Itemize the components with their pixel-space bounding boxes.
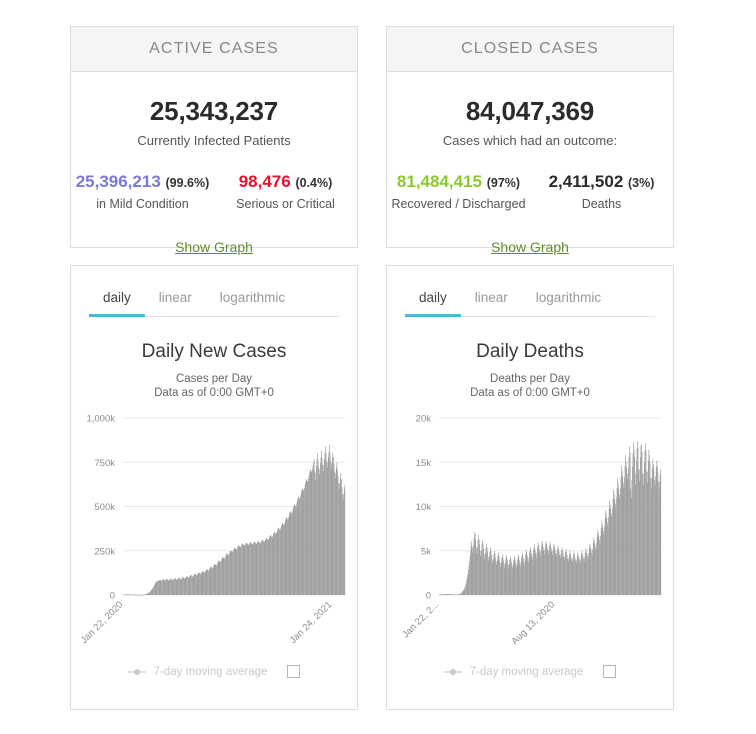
recovered-row: 81,484,415 (97%) bbox=[387, 172, 530, 192]
deaths-label: Deaths bbox=[581, 197, 622, 211]
active-cases-body: 25,343,237 Currently Infected Patients 2… bbox=[71, 96, 357, 275]
closed-show-graph-link[interactable]: Show Graph bbox=[491, 239, 569, 255]
svg-text:Jan 22, 2020: Jan 22, 2020 bbox=[79, 599, 126, 646]
tab-linear-deaths[interactable]: linear bbox=[461, 282, 522, 317]
svg-text:0: 0 bbox=[110, 591, 115, 602]
mild-condition-value: 25,396,213 bbox=[75, 172, 161, 191]
recovered-value: 81,484,415 bbox=[396, 172, 482, 191]
deaths-row: 2,411,502 (3%) bbox=[530, 172, 673, 192]
cases-moving-average-checkbox[interactable] bbox=[287, 665, 301, 678]
recovered-label: Recovered / Discharged bbox=[391, 197, 526, 211]
svg-text:20k: 20k bbox=[416, 414, 432, 425]
cases-subtitle-line1: Cases per Day bbox=[175, 373, 253, 385]
recovered-group: 81,484,415 (97%) Recovered / Discharged bbox=[387, 172, 530, 211]
deaths-chart-tabs: daily linear logarithmic bbox=[405, 282, 655, 317]
svg-text:500k: 500k bbox=[94, 502, 115, 513]
svg-text:10k: 10k bbox=[416, 502, 432, 513]
active-show-graph-link[interactable]: Show Graph bbox=[175, 239, 253, 255]
serious-critical-label: Serious or Critical bbox=[236, 197, 335, 211]
svg-text:250k: 250k bbox=[94, 546, 115, 557]
covid-stats-page: ACTIVE CASES 25,343,237 Currently Infect… bbox=[0, 0, 756, 734]
active-cases-caption: Currently Infected Patients bbox=[137, 133, 291, 148]
deaths-pct: (3%) bbox=[628, 176, 655, 190]
svg-text:1,000k: 1,000k bbox=[86, 414, 115, 425]
recovered-pct: (97%) bbox=[486, 176, 521, 190]
mild-condition-group: 25,396,213 (99.6%) in Mild Condition bbox=[71, 172, 214, 211]
daily-new-cases-svg: 0 250k 500k 750k 1,000k Jan 22, 2020 Jan 24, 2… bbox=[79, 414, 346, 646]
serious-critical-row: 98,476 (0.4%) bbox=[214, 172, 357, 192]
cases-legend-label: 7-day moving average bbox=[153, 665, 268, 678]
svg-text:5k: 5k bbox=[421, 546, 431, 557]
svg-text:15k: 15k bbox=[416, 458, 432, 469]
moving-average-line-dot-icon bbox=[127, 668, 146, 675]
serious-critical-value: 98,476 bbox=[238, 172, 291, 191]
tab-logarithmic-deaths[interactable]: logarithmic bbox=[522, 282, 615, 317]
active-cases-card: ACTIVE CASES 25,343,237 Currently Infect… bbox=[70, 26, 358, 255]
closed-cases-total: 84,047,369 bbox=[465, 96, 595, 126]
closed-cases-card: CLOSED CASES 84,047,369 Cases which had … bbox=[386, 26, 674, 255]
cases-legend: 7-day moving average bbox=[71, 665, 357, 678]
closed-cases-caption: Cases which had an outcome: bbox=[442, 133, 618, 148]
svg-text:Aug 13, 2020: Aug 13, 2020 bbox=[509, 599, 557, 647]
moving-average-line-dot-icon bbox=[443, 668, 462, 675]
svg-text:750k: 750k bbox=[94, 458, 115, 469]
mild-condition-pct: (99.6%) bbox=[165, 176, 210, 190]
daily-deaths-plot: 0 5k 10k 15k 20k Jan 22, 2... Aug 13, 2020 bbox=[387, 408, 673, 663]
deaths-group: 2,411,502 (3%) Deaths bbox=[530, 172, 673, 211]
deaths-subtitle-line1: Deaths per Day bbox=[490, 373, 570, 385]
tab-daily-deaths[interactable]: daily bbox=[405, 282, 461, 317]
closed-cases-split: 81,484,415 (97%) Recovered / Discharged … bbox=[387, 172, 673, 211]
serious-critical-group: 98,476 (0.4%) Serious or Critical bbox=[214, 172, 357, 211]
deaths-legend-label: 7-day moving average bbox=[469, 665, 584, 678]
daily-deaths-subtitle: Deaths per Day Data as of 0:00 GMT+0 bbox=[387, 372, 673, 400]
daily-new-cases-card: daily linear logarithmic Daily New Cases… bbox=[70, 265, 358, 710]
mild-condition-row: 25,396,213 (99.6%) bbox=[71, 172, 214, 192]
svg-text:0: 0 bbox=[426, 591, 431, 602]
cases-subtitle-line2: Data as of 0:00 GMT+0 bbox=[154, 387, 274, 399]
active-cases-header: ACTIVE CASES bbox=[71, 27, 357, 72]
deaths-subtitle-line2: Data as of 0:00 GMT+0 bbox=[470, 387, 590, 399]
deaths-legend: 7-day moving average bbox=[387, 665, 673, 678]
deaths-value: 2,411,502 bbox=[548, 172, 624, 191]
daily-deaths-title: Daily Deaths bbox=[476, 341, 584, 362]
active-cases-total: 25,343,237 bbox=[149, 96, 279, 126]
serious-critical-pct: (0.4%) bbox=[295, 176, 333, 190]
daily-deaths-card: daily linear logarithmic Daily Deaths De… bbox=[386, 265, 674, 710]
mild-condition-label: in Mild Condition bbox=[96, 197, 189, 211]
svg-text:Jan 22, 2...: Jan 22, 2... bbox=[400, 599, 441, 640]
tab-logarithmic-cases[interactable]: logarithmic bbox=[206, 282, 299, 317]
tab-daily-cases[interactable]: daily bbox=[89, 282, 145, 317]
closed-cases-body: 84,047,369 Cases which had an outcome: 8… bbox=[387, 96, 673, 275]
daily-new-cases-title: Daily New Cases bbox=[141, 341, 287, 362]
tab-linear-cases[interactable]: linear bbox=[145, 282, 206, 317]
daily-deaths-svg: 0 5k 10k 15k 20k Jan 22, 2... Aug 13, 2020 bbox=[400, 414, 662, 647]
active-cases-split: 25,396,213 (99.6%) in Mild Condition 98,… bbox=[71, 172, 357, 211]
cases-chart-tabs: daily linear logarithmic bbox=[89, 282, 339, 317]
closed-cases-header: CLOSED CASES bbox=[387, 27, 673, 72]
daily-new-cases-plot: 0 250k 500k 750k 1,000k Jan 22, 2020 Jan 24, 2… bbox=[71, 408, 357, 663]
daily-new-cases-subtitle: Cases per Day Data as of 0:00 GMT+0 bbox=[71, 372, 357, 400]
svg-text:Jan 24, 2021: Jan 24, 2021 bbox=[288, 599, 335, 646]
deaths-moving-average-checkbox[interactable] bbox=[603, 665, 617, 678]
